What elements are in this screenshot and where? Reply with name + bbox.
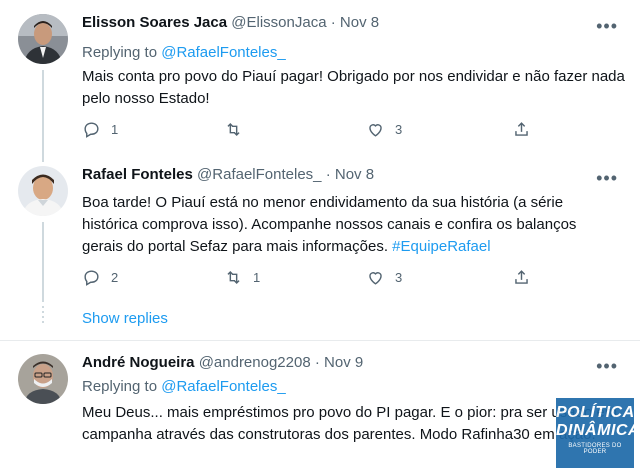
- author-handle[interactable]: @andrenog2208: [199, 354, 311, 371]
- watermark-line2: DINÂMICA: [556, 422, 640, 439]
- tweet-date[interactable]: Nov 9: [324, 354, 363, 371]
- separator: ·: [314, 354, 320, 371]
- like-count: 3: [395, 270, 403, 285]
- tweet-actions: 1 3: [82, 120, 542, 142]
- share-button[interactable]: [512, 120, 531, 139]
- separator: ·: [330, 14, 336, 31]
- mention-link[interactable]: @RafaelFonteles_: [161, 378, 285, 395]
- tweet-text: Meu Deus... mais empréstimos pro povo do…: [82, 404, 618, 443]
- tweet-header: Rafael Fonteles @RafaelFonteles_ · Nov 8: [82, 166, 374, 183]
- share-icon: [515, 270, 528, 284]
- like-icon: [369, 272, 382, 285]
- more-icon[interactable]: •••: [596, 168, 618, 189]
- like-icon: [369, 124, 382, 137]
- share-button[interactable]: [512, 268, 531, 287]
- avatar[interactable]: [18, 14, 68, 64]
- divider: [0, 340, 640, 341]
- tweet-text-line3: gerais do portal Sefaz para mais informa…: [82, 238, 388, 255]
- replying-label: Replying to: [82, 378, 158, 395]
- replying-label: Replying to: [82, 44, 158, 61]
- show-replies-link[interactable]: Show replies: [82, 310, 168, 327]
- tweet-date[interactable]: Nov 8: [335, 166, 374, 183]
- author-name[interactable]: Rafael Fonteles: [82, 166, 193, 183]
- retweet-count: 1: [253, 270, 261, 285]
- retweet-button[interactable]: [224, 120, 253, 139]
- share-icon: [515, 122, 528, 136]
- reply-count: 1: [111, 122, 119, 137]
- watermark-logo: POLÍTICA DINÂMICA BASTIDORES DO PODER: [556, 398, 640, 468]
- more-icon[interactable]: •••: [596, 356, 618, 377]
- replying-to: Replying to @RafaelFonteles_: [82, 378, 286, 395]
- mention-link[interactable]: @RafaelFonteles_: [161, 44, 285, 61]
- tweet-text-line: histórica comprova isso). Acompanhe noss…: [82, 216, 577, 233]
- tweet-text-line: Boa tarde! O Piauí está no menor endivid…: [82, 194, 564, 211]
- author-name[interactable]: Elisson Soares Jaca: [82, 14, 227, 31]
- avatar[interactable]: [18, 166, 68, 216]
- watermark-line3: BASTIDORES DO PODER: [568, 443, 622, 455]
- author-handle[interactable]: @ElissonJaca: [231, 14, 326, 31]
- tweet-date[interactable]: Nov 8: [340, 14, 379, 31]
- more-icon[interactable]: •••: [596, 16, 618, 37]
- author-name[interactable]: André Nogueira: [82, 354, 195, 371]
- watermark-line1: POLÍTICA: [556, 404, 635, 421]
- reply-button[interactable]: 1: [82, 120, 118, 139]
- tweet-text: Mais conta pro povo do Piauí pagar! Obri…: [82, 68, 625, 107]
- like-button[interactable]: 3: [366, 268, 402, 287]
- tweet-andre[interactable]: André Nogueira @andrenog2208 · Nov 9 •••…: [0, 354, 640, 474]
- like-count: 3: [395, 122, 403, 137]
- avatar[interactable]: [18, 354, 68, 404]
- hashtag-link[interactable]: #EquipeRafael: [392, 238, 490, 255]
- separator: ·: [325, 166, 331, 183]
- like-button[interactable]: 3: [366, 120, 402, 139]
- tweet-text: Boa tarde! O Piauí está no menor endivid…: [82, 192, 627, 258]
- retweet-icon: [227, 122, 240, 137]
- reply-icon: [84, 122, 99, 138]
- tweet-text-line: gerais do portal Sefaz para mais informa…: [82, 236, 627, 258]
- tweet-header: André Nogueira @andrenog2208 · Nov 9: [82, 354, 363, 371]
- tweet-actions: 2 1 3: [82, 268, 542, 290]
- replying-to: Replying to @RafaelFonteles_: [82, 44, 286, 61]
- tweet-elisson[interactable]: Elisson Soares Jaca @ElissonJaca · Nov 8…: [0, 14, 640, 154]
- reply-icon: [84, 270, 99, 286]
- reply-button[interactable]: 2: [82, 268, 118, 287]
- author-handle[interactable]: @RafaelFonteles_: [197, 166, 321, 183]
- retweet-button[interactable]: 1: [224, 268, 260, 287]
- retweet-icon: [227, 270, 240, 285]
- reply-count: 2: [111, 270, 119, 285]
- tweet-header: Elisson Soares Jaca @ElissonJaca · Nov 8: [82, 14, 379, 31]
